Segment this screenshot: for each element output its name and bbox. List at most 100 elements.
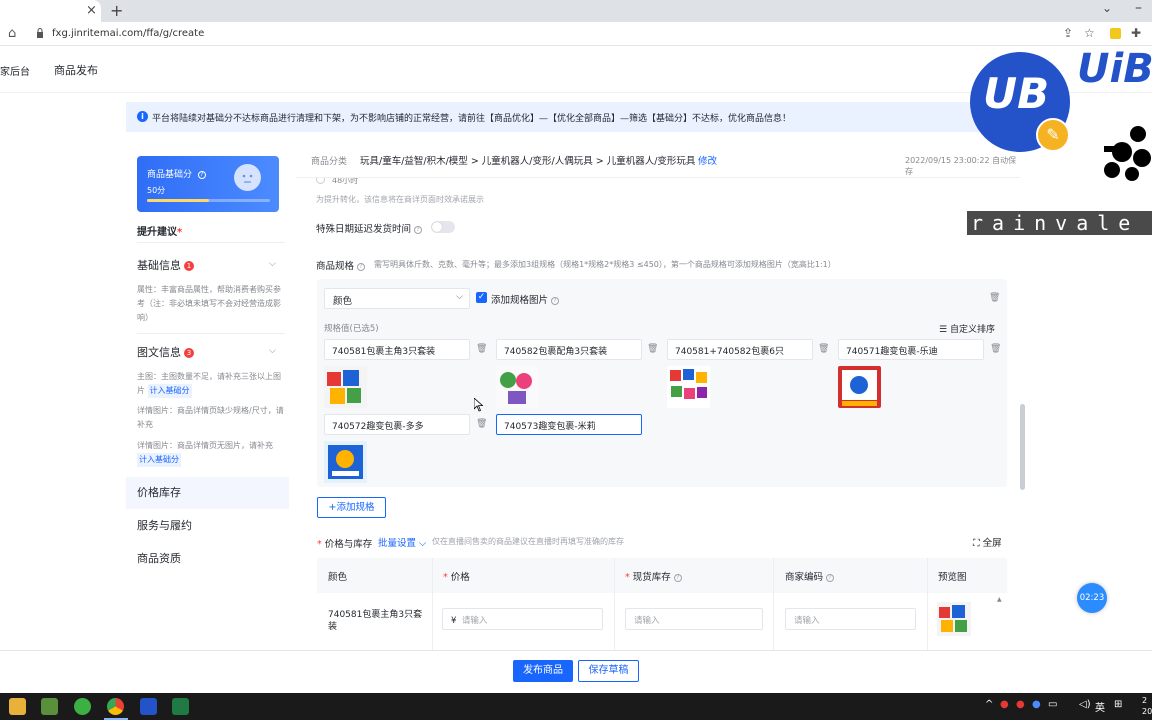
add-image-label: 添加规格图片? — [491, 292, 560, 306]
excel-icon[interactable] — [172, 698, 189, 715]
publish-button[interactable]: 发布商品 — [513, 660, 573, 682]
extensions-puzzle-icon[interactable]: ✚ — [1131, 26, 1141, 40]
chevron-down-icon[interactable]: ⌵ — [269, 259, 276, 269]
help-icon[interactable]: ? — [357, 263, 366, 271]
price-input[interactable]: ¥ 请输入 — [442, 608, 603, 630]
extension-icon[interactable] — [1110, 28, 1121, 39]
sku-table: 颜色 * 价格 * 现货库存? 商家编码? 预览图 740581包裹主角3只套装… — [317, 558, 1007, 650]
browser-tab[interactable]: × — [0, 0, 101, 22]
score-tag[interactable]: 计入基础分 — [137, 453, 181, 467]
help-icon[interactable]: ? — [826, 574, 835, 582]
batch-set-dropdown[interactable]: 批量设置 ⌵ — [378, 535, 426, 549]
spec-image[interactable] — [324, 366, 367, 408]
ink-blot-icon — [1104, 126, 1151, 181]
os-taskbar: ^ ● ● ● ▭ ◁) 英 ⊞ 2202 — [0, 693, 1152, 720]
add-image-checkbox[interactable]: ✓ — [476, 292, 487, 303]
basic-info-title[interactable]: 基础信息 1 — [137, 257, 194, 273]
custom-sort-button[interactable]: ☰ 自定义排序 — [939, 322, 995, 335]
spec-value-input-active[interactable]: 740573趣变包裹-米莉 — [496, 414, 642, 435]
trash-icon[interactable]: 🗑 — [476, 344, 487, 354]
media-info-title[interactable]: 图文信息 3 — [137, 344, 194, 360]
spec-image[interactable] — [496, 366, 539, 408]
trash-icon[interactable]: 🗑 — [990, 344, 1001, 354]
spec-value-input[interactable]: 740571趣变包裹-乐迪 — [838, 339, 984, 360]
home-icon[interactable]: ⌂ — [8, 26, 16, 41]
score-value: 50分 — [147, 186, 166, 195]
nav-service[interactable]: 服务与履约 — [126, 510, 289, 542]
spec-hint: 需写明具体斤数、克数、毫升等；最多添加3组规格（规格1*规格2*规格3 ≤450… — [374, 260, 836, 269]
help-icon[interactable]: ? — [197, 171, 206, 179]
tab-search-icon[interactable]: ⌄ — [1102, 1, 1112, 15]
tray-chevron-icon[interactable]: ^ — [985, 699, 993, 710]
bookmark-star-icon[interactable]: ☆ — [1084, 26, 1095, 40]
chevron-down-icon: ⌵ — [456, 292, 463, 302]
clock[interactable]: 2202 — [1142, 695, 1152, 717]
fullscreen-button[interactable]: ⛶ 全屏 — [973, 535, 1002, 549]
price-hint: 仅在直播间售卖的商品建议在直播时再填写准确的库存 — [432, 537, 624, 546]
page-scrollbar[interactable] — [1020, 404, 1025, 490]
spec-name-select[interactable]: 颜色 ⌵ — [324, 288, 470, 309]
share-icon[interactable]: ⇪ — [1063, 26, 1073, 40]
autosave-status: 2022/09/15 23:00:22 自动保存 — [905, 156, 1017, 176]
spec-value-input[interactable]: 740572趣变包裹-多多 — [324, 414, 470, 435]
spec-image[interactable] — [324, 441, 367, 483]
volume-icon[interactable]: ◁) — [1079, 699, 1091, 710]
minimize-icon[interactable]: – — [1135, 0, 1142, 16]
score-tag[interactable]: 计入基础分 — [147, 384, 192, 398]
spec-value-input[interactable]: 740581+740582包裹6只 — [667, 339, 813, 360]
nav-qualifications[interactable]: 商品资质 — [126, 543, 289, 575]
tray-app-icon[interactable]: ● — [1016, 699, 1025, 710]
divider — [927, 558, 928, 650]
category-edit-link[interactable]: 修改 — [698, 153, 717, 167]
category-bar: 商品分类 玩具/童车/益智/积木/模型 > 儿童机器人/变形/人偶玩具 > 儿童… — [296, 140, 1020, 178]
help-icon[interactable]: ? — [414, 226, 423, 234]
help-icon[interactable]: ? — [673, 574, 682, 582]
chevron-down-icon[interactable]: ⌵ — [269, 346, 276, 356]
ime-mode-icon[interactable]: ⊞ — [1114, 699, 1122, 710]
ime-indicator[interactable]: 英 — [1095, 699, 1105, 714]
special-date-toggle[interactable] — [431, 221, 455, 233]
address-bar: ⌂ fxg.jinritemai.com/ffa/g/create ⇪ ☆ ✚ — [0, 22, 1152, 46]
wechat-icon[interactable] — [74, 698, 91, 715]
spec-value-input[interactable]: 740581包裹主角3只套装 — [324, 339, 470, 360]
tray-network-icon[interactable]: ▭ — [1048, 699, 1057, 710]
file-explorer-icon[interactable] — [9, 698, 26, 715]
divider — [432, 558, 433, 650]
ub-app-icon[interactable] — [140, 698, 157, 715]
help-icon[interactable]: ? — [551, 297, 560, 305]
spec-image[interactable] — [667, 366, 710, 408]
advice-heading: 提升建议* — [137, 227, 183, 238]
new-tab-icon[interactable]: + — [110, 1, 123, 20]
tray-app-icon[interactable]: ● — [1000, 699, 1009, 710]
watermark-text: rainvale 工 — [967, 211, 1152, 235]
spec-name-value: 颜色 — [333, 296, 353, 307]
notepad-icon[interactable] — [41, 698, 58, 715]
spec-value-input[interactable]: 740582包裹配角3只套装 — [496, 339, 642, 360]
merchant-code-input[interactable]: 请输入 — [785, 608, 916, 630]
trash-icon[interactable]: 🗑 — [818, 344, 829, 354]
price-stock-label: * 价格与库存 — [317, 539, 373, 550]
scroll-up-icon[interactable]: ▲ — [997, 596, 1002, 603]
spec-image[interactable] — [838, 366, 881, 408]
save-draft-button[interactable]: 保存草稿 — [578, 660, 639, 682]
tab-close-icon[interactable]: × — [86, 3, 97, 18]
trash-icon[interactable]: 🗑 — [989, 293, 1000, 303]
url-text[interactable]: fxg.jinritemai.com/ffa/g/create — [52, 28, 204, 39]
trash-icon[interactable]: 🗑 — [647, 344, 658, 354]
media-desc-detail-spec: 详情图片：商品详情页缺少规格/尺寸，请补充 — [137, 406, 284, 429]
notice-banner: i 平台将陆续对基础分不达标商品进行清理和下架，为不影响店铺的正常经营，请前往【… — [126, 102, 1024, 132]
col-header-preview: 预览图 — [938, 572, 967, 583]
preview-image[interactable] — [937, 602, 971, 636]
timer-badge[interactable]: 02:23 — [1077, 583, 1107, 613]
tray-app-icon[interactable]: ● — [1032, 699, 1041, 710]
nav-price-stock[interactable]: 价格库存 — [126, 477, 289, 509]
stock-input[interactable]: 请输入 — [625, 608, 763, 630]
trash-icon[interactable]: 🗑 — [476, 419, 487, 429]
col-header-code: 商家编码? — [785, 569, 835, 583]
ub-brand-text: UiB — [1077, 46, 1152, 92]
merchant-backend-link[interactable]: 家后台 — [0, 63, 30, 78]
mouse-cursor-icon — [474, 398, 483, 412]
breadcrumb-publish[interactable]: 商品发布 — [54, 62, 98, 78]
add-spec-button[interactable]: +添加规格 — [317, 497, 386, 518]
chrome-icon[interactable] — [107, 698, 124, 715]
